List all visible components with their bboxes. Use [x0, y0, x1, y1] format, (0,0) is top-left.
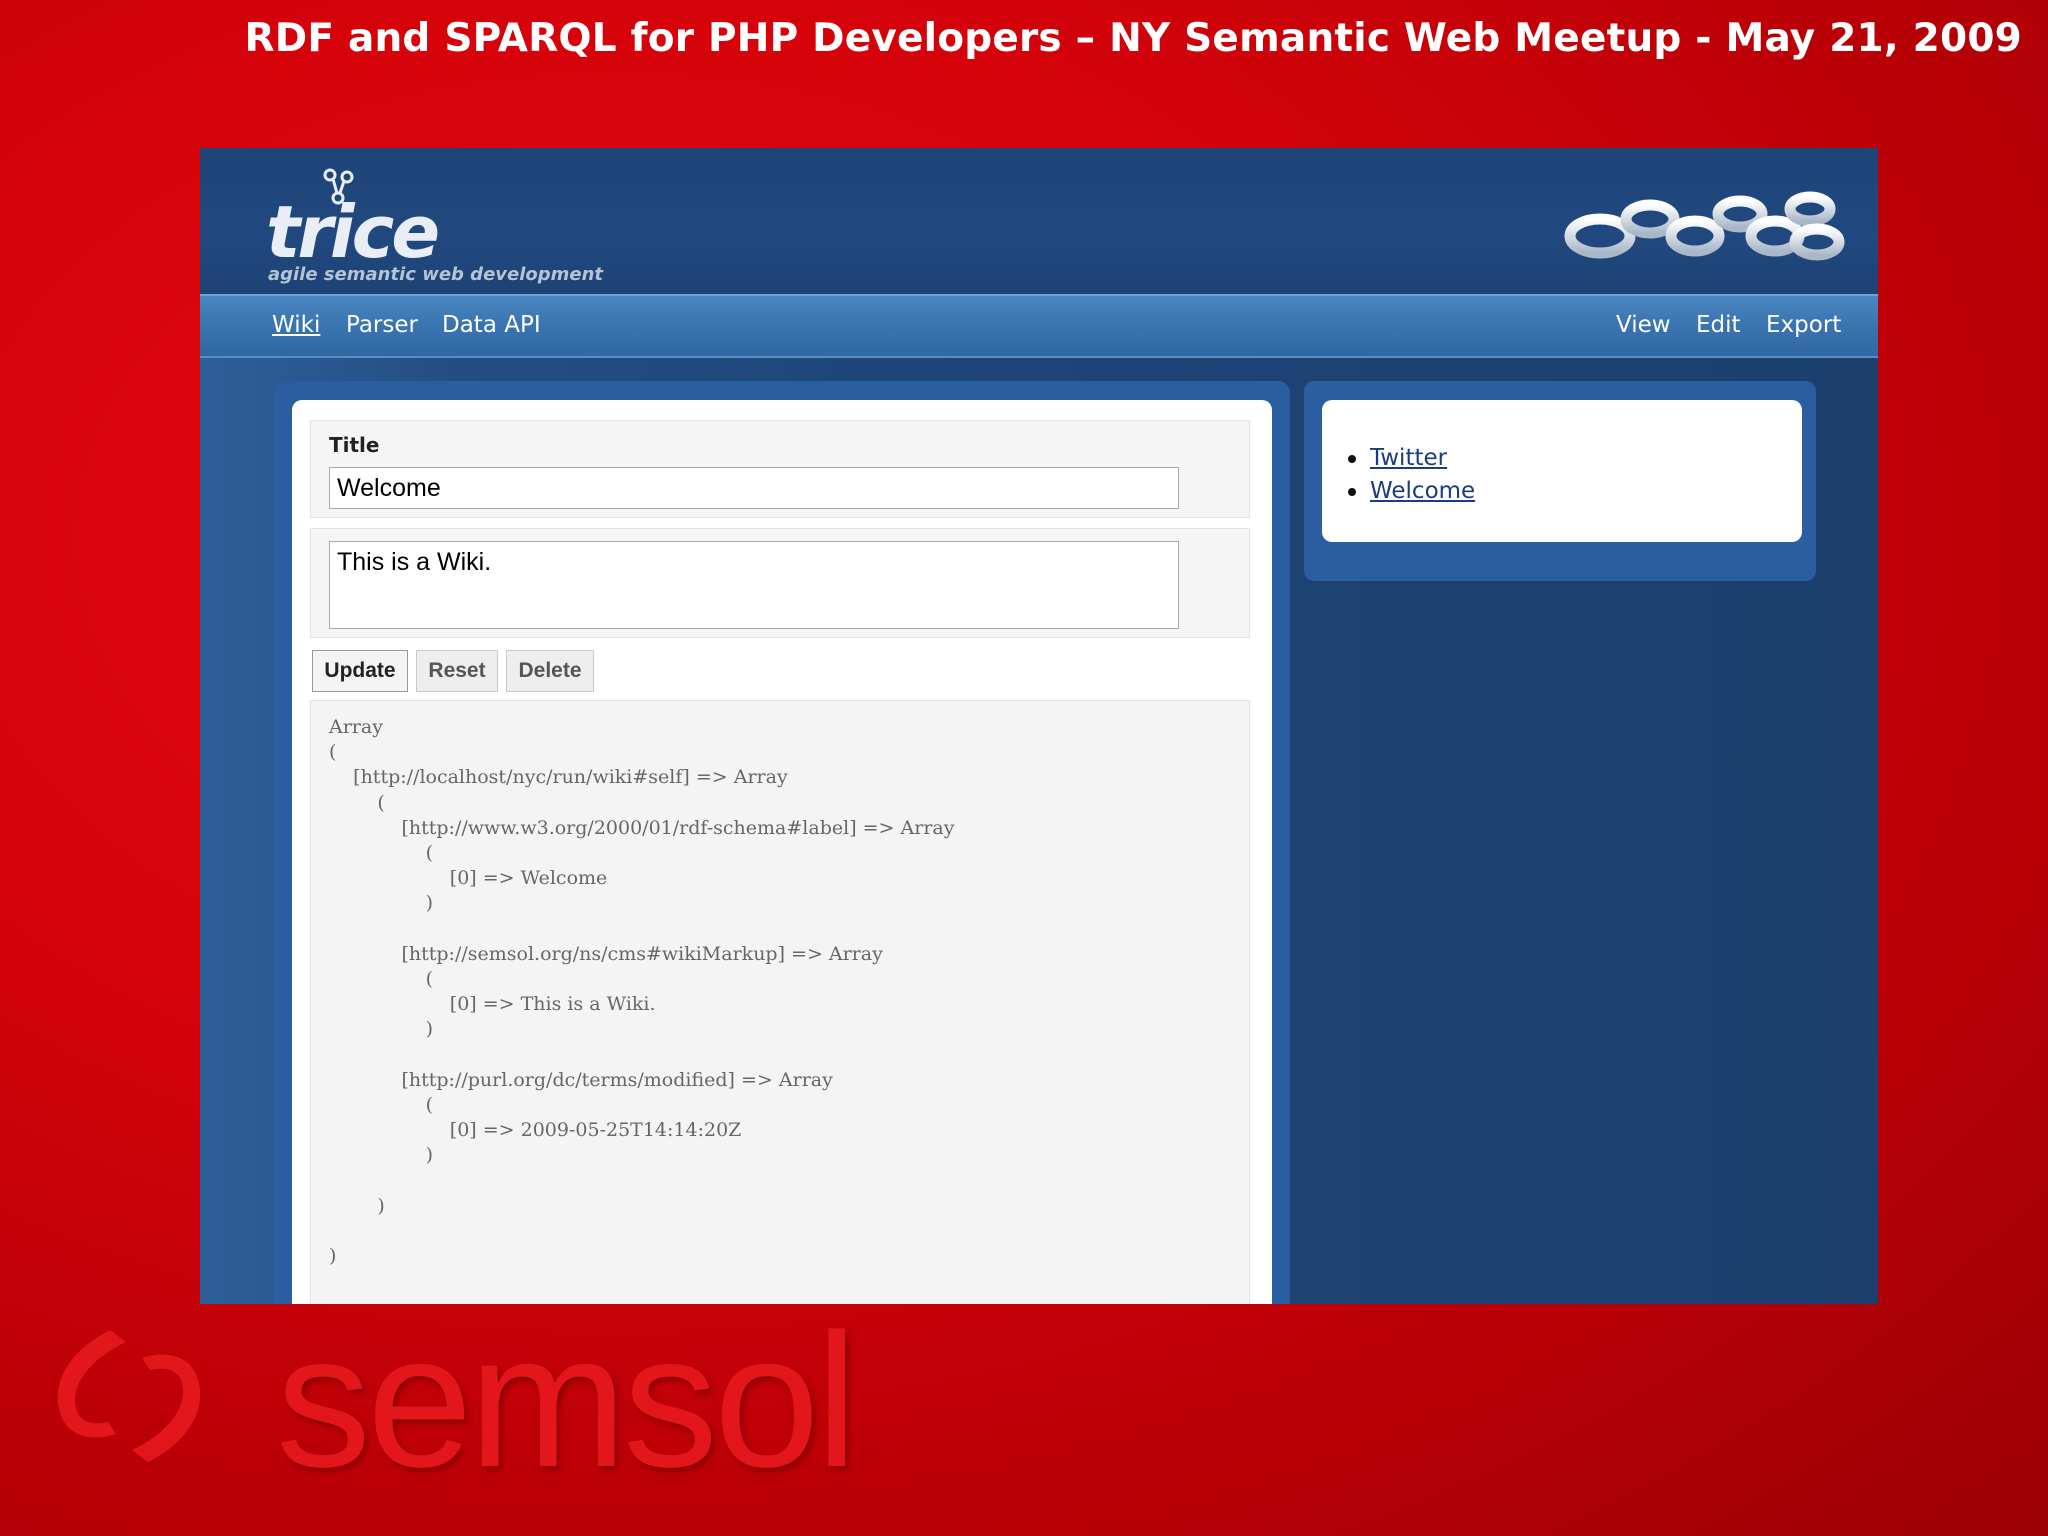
app-header: trice agile semantic web development [200, 148, 1878, 294]
dump-line: [http://semsol.org/ns/cms#wikiMarkup] =>… [329, 942, 883, 965]
title-field-group: Title [310, 420, 1250, 518]
update-button[interactable]: Update [312, 650, 408, 692]
dump-line: [http://www.w3.org/2000/01/rdf-schema#la… [329, 816, 955, 839]
dump-line [329, 917, 1249, 942]
title-label: Title [329, 433, 380, 457]
dump-line: [0] => This is a Wiki. [329, 993, 656, 1016]
dump-line: ( [329, 968, 434, 991]
dump-line: ( [329, 741, 337, 764]
dump-line [329, 1219, 1249, 1244]
dump-line: ) [329, 1144, 434, 1167]
dump-line: Array [329, 716, 383, 738]
semsol-swirl-icon [57, 1330, 201, 1462]
dump-line: ) [329, 892, 434, 915]
nav-export[interactable]: Export [1766, 312, 1841, 338]
page-link-list: Twitter Welcome [1347, 442, 1475, 508]
sidebar-panel: Twitter Welcome [1322, 400, 1802, 542]
reset-button[interactable]: Reset [416, 650, 498, 692]
app-logo-text: trice [266, 190, 440, 274]
nav-edit[interactable]: Edit [1696, 312, 1741, 338]
app-tagline: agile semantic web development [268, 264, 604, 285]
rings-icon [1564, 191, 1845, 261]
dump-line: [http://localhost/nyc/run/wiki#self] => … [329, 766, 788, 789]
dump-line [329, 1043, 1249, 1068]
list-item: Welcome [1347, 475, 1475, 508]
brand-wordmark: semsol [276, 1295, 858, 1507]
browser-screenshot: trice agile semantic web development Wik… [200, 148, 1878, 1304]
dump-line: [http://purl.org/dc/terms/modified] => A… [329, 1068, 833, 1091]
dump-line: ) [329, 1245, 337, 1268]
nav-wiki[interactable]: Wiki [272, 312, 320, 338]
nav-data-api[interactable]: Data API [442, 312, 541, 338]
wiki-body-textarea[interactable]: This is a Wiki. [329, 541, 1179, 629]
dump-line [329, 1169, 1249, 1194]
dump-line: ) [329, 1194, 385, 1217]
nav-view[interactable]: View [1616, 312, 1671, 338]
delete-button[interactable]: Delete [506, 650, 594, 692]
dump-line: [0] => 2009-05-25T14:14:20Z [329, 1119, 742, 1142]
sidebar-link-welcome[interactable]: Welcome [1370, 478, 1475, 504]
dump-line: ( [329, 791, 385, 814]
dump-line: ( [329, 1094, 434, 1117]
dump-line: [0] => Welcome [329, 867, 608, 890]
sidebar-link-twitter[interactable]: Twitter [1370, 445, 1447, 471]
slide-title: RDF and SPARQL for PHP Developers – NY S… [244, 16, 2022, 61]
list-item: Twitter [1347, 442, 1475, 475]
body-field-group: This is a Wiki. [310, 528, 1250, 638]
title-input[interactable] [329, 467, 1179, 509]
dump-line: ( [329, 842, 434, 865]
nav-bar: Wiki Parser Data API View Edit Export [200, 294, 1878, 358]
semsol-brand: semsol [40, 1295, 920, 1507]
rdf-array-dump: Array ( [http://localhost/nyc/run/wiki#se… [310, 700, 1250, 1304]
dump-line: ) [329, 1018, 434, 1041]
nav-parser[interactable]: Parser [346, 312, 418, 338]
